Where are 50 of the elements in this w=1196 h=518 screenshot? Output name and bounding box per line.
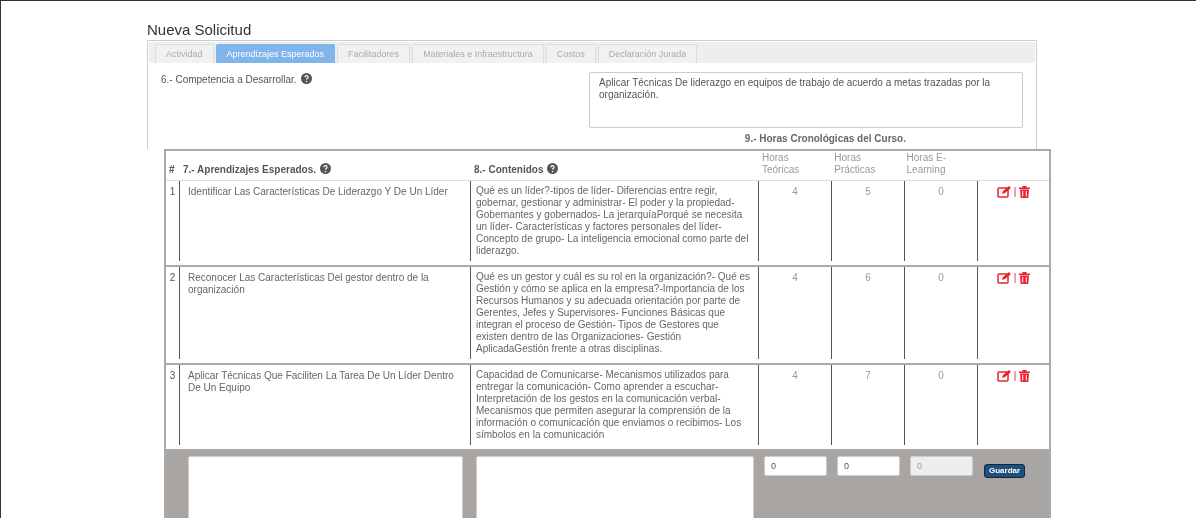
hours-caption: 9.- Horas Cronológicas del Curso. [744,132,906,146]
table-cell: Aplicar Técnicas Que Faciliten La Tarea De Un Líder Dentro De Un Equipo [188,370,454,393]
column-header: Horas Prácticas [834,152,877,176]
contenidos-input[interactable] [476,456,754,518]
edit-icon[interactable] [996,272,1011,284]
row-number: 3 [169,370,176,381]
field-label: 6.- Competencia a Desarrollar. [161,72,589,128]
column-header: 7.- Aprendizajes Esperados. [183,163,468,176]
column-header: Horas Teóricas [762,152,801,176]
separator: | [1013,272,1017,284]
help-icon [547,163,559,174]
edit-icon[interactable] [996,370,1011,382]
table-cell: Qué es un líder?-tipos de líder- Diferencias entre regir, gobernar, gestionar y administrar- El poder y la propiedad-Gobernantes y gobernados- La jerarquíaPorqué se necesita un líder- Características y factores personales del líder- Concepto de grupo- La inteligencia emocional como parte del liderazgo. [476,185,749,256]
separator: | [1013,186,1017,198]
table-cell: Qué es un gestor y cuál es su rol en la organización?- Qué es Gestión y cómo se aplica en la empresa?-Importancia de los Recursos Humanos y su adecuada orientación por parte de Gerentes, Jefes y Supervisores- Funciones Básicas que integran el proceso de Gestión- Tipos de Gestores que existen dentro de las Organizaciones- Gestión AplicadaGestión frente a otras disciplinas. [476,271,751,354]
tab[interactable]: Declaración Jurada [597,44,698,63]
table-cell: 5 [865,186,871,197]
tab[interactable]: Aprendizajes Esperados [215,44,336,63]
table-cell: 6 [865,272,871,283]
help-icon [320,163,331,174]
table-cell: 4 [792,186,798,197]
tab[interactable]: Facilitadores [337,44,411,63]
table-cell: 7 [865,370,871,381]
row-number: 1 [169,186,176,197]
hours-input[interactable]: 0 [837,456,900,476]
save-button[interactable]: Guardar [984,464,1026,478]
delete-icon[interactable] [1019,272,1031,284]
column-header: # [169,164,176,176]
competencia-field[interactable]: Aplicar Técnicas De liderazgo en equipos de trabajo de acuerdo a metas trazadas por la organización. [589,72,1023,128]
help-icon [300,73,312,84]
tab[interactable]: Actividad [155,44,214,63]
table-cell: Capacidad de Comunicarse- Mecanismos utilizados para entregar la comunicación- Como aprender a escuchar-Interpretación de los gestos en la comunicación verbal-Mecanismos que permiten asegurar la comprensión de la información o comunicación que enviamos o recibimos- Los símbolos en la comunicación [476,369,742,440]
table-cell: Identificar Las Características De Liderazgo Y De Un Líder [188,186,448,197]
edit-icon[interactable] [996,186,1011,198]
table-cell: 4 [792,370,798,381]
delete-icon[interactable] [1019,186,1031,198]
table-cell: Reconocer Las Características Del gestor dentro de la organización [188,272,429,295]
table-cell: 4 [792,272,798,283]
delete-icon[interactable] [1019,370,1031,382]
separator: | [1013,370,1017,382]
table-cell: 0 [938,186,944,197]
column-header: 8.- Contenidos [474,163,756,176]
hours-input[interactable]: 0 [764,456,827,476]
row-number: 2 [169,272,176,283]
column-header: Horas E-Learning [906,152,947,176]
page-title: Nueva Solicitud [147,20,253,40]
tab[interactable]: Costos [545,44,596,63]
table-cell: 0 [938,272,944,283]
table-cell: 0 [938,370,944,381]
aprendizaje-input[interactable] [188,456,463,518]
